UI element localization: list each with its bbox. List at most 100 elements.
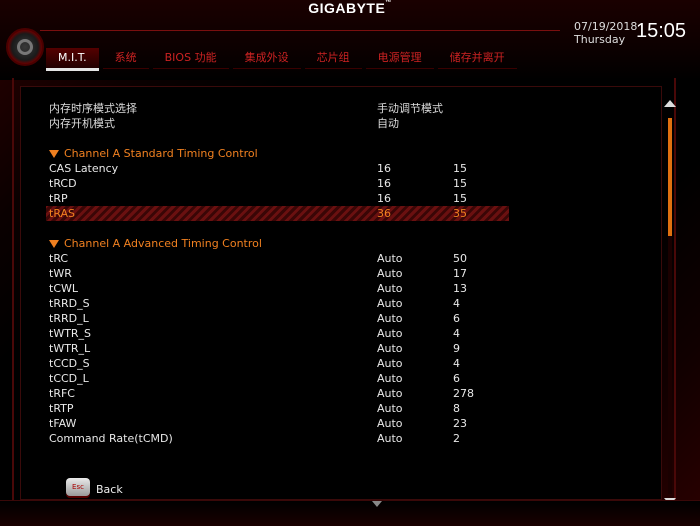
tab-power[interactable]: 电源管理: [365, 48, 434, 69]
timing-row[interactable]: tFAW Auto 23: [49, 416, 509, 431]
timing-name: tRP: [49, 192, 68, 205]
timing-name: tRCD: [49, 177, 77, 190]
timing-current: 4: [453, 297, 460, 310]
timing-row[interactable]: tWR Auto 17: [49, 266, 509, 281]
timing-row-trcd[interactable]: tRCD 16 15: [49, 176, 509, 191]
timing-setting[interactable]: Auto: [377, 401, 403, 416]
section-title: Channel A Standard Timing Control: [64, 147, 258, 160]
timing-current: 6: [453, 312, 460, 325]
timing-current: 17: [453, 267, 467, 280]
timing-setting[interactable]: Auto: [377, 341, 403, 356]
timing-setting[interactable]: 36: [377, 206, 391, 221]
timing-setting[interactable]: 16: [377, 176, 391, 191]
timing-name: tRFC: [49, 387, 75, 400]
timing-row[interactable]: tWTR_S Auto 4: [49, 326, 509, 341]
tab-mit[interactable]: M.I.T.: [46, 48, 99, 71]
timing-current: 15: [453, 192, 467, 205]
timing-current: 4: [453, 327, 460, 340]
timing-setting[interactable]: Auto: [377, 266, 403, 281]
timing-setting[interactable]: Auto: [377, 326, 403, 341]
timing-setting[interactable]: 16: [377, 191, 391, 206]
timing-current: 278: [453, 387, 474, 400]
tab-bios-features[interactable]: BIOS 功能: [152, 48, 229, 69]
back-label[interactable]: Back: [96, 483, 123, 496]
timing-name: tFAW: [49, 417, 77, 430]
timing-row[interactable]: tRRD_S Auto 4: [49, 296, 509, 311]
timing-name: tRTP: [49, 402, 74, 415]
timing-setting[interactable]: Auto: [377, 281, 403, 296]
timing-row-trp[interactable]: tRP 16 15: [49, 191, 509, 206]
timing-name: CAS Latency: [49, 162, 119, 175]
timing-name: tRRD_L: [49, 312, 89, 325]
timing-current: 4: [453, 357, 460, 370]
timing-current: 9: [453, 342, 460, 355]
section-title: Channel A Advanced Timing Control: [64, 237, 262, 250]
tab-system[interactable]: 系统: [102, 48, 149, 69]
timing-row[interactable]: tRC Auto 50: [49, 251, 509, 266]
timing-setting[interactable]: Auto: [377, 386, 403, 401]
timing-name: tCCD_S: [49, 357, 90, 370]
time-display: 15:05: [636, 20, 687, 42]
brand-trademark: ™: [385, 0, 392, 6]
timing-row[interactable]: Command Rate(tCMD) Auto 2: [49, 431, 509, 446]
timing-setting[interactable]: 16: [377, 161, 391, 176]
timing-current: 2: [453, 432, 460, 445]
esc-key-button[interactable]: Esc: [66, 478, 90, 496]
tab-save-exit[interactable]: 储存并离开: [437, 48, 517, 69]
timing-setting[interactable]: Auto: [377, 251, 403, 266]
setting-label: 内存开机模式: [49, 117, 115, 130]
setting-value[interactable]: 手动调节模式: [377, 101, 443, 116]
timing-name: tWTR_S: [49, 327, 92, 340]
timing-row[interactable]: tCCD_S Auto 4: [49, 356, 509, 371]
timing-row[interactable]: tCCD_L Auto 6: [49, 371, 509, 386]
timing-row-tras-selected[interactable]: tRAS 36 35: [46, 206, 509, 221]
timing-name: tWR: [49, 267, 72, 280]
triangle-down-icon: [49, 150, 59, 158]
timing-current: 15: [453, 177, 467, 190]
section-standard-timing[interactable]: Channel A Standard Timing Control: [49, 146, 258, 161]
timing-current: 15: [453, 162, 467, 175]
triangle-down-icon: [49, 240, 59, 248]
gear-icon[interactable]: [6, 28, 44, 66]
chevron-down-icon: [372, 501, 382, 507]
timing-setting[interactable]: Auto: [377, 431, 403, 446]
timing-name: tWTR_L: [49, 342, 91, 355]
timing-current: 13: [453, 282, 467, 295]
timing-name: tCWL: [49, 282, 78, 295]
section-advanced-timing[interactable]: Channel A Advanced Timing Control: [49, 236, 262, 251]
timing-row[interactable]: tRFC Auto 278: [49, 386, 509, 401]
timing-current: 23: [453, 417, 467, 430]
timing-setting[interactable]: Auto: [377, 311, 403, 326]
footer-band: [0, 500, 700, 526]
date-text: 07/19/2018: [574, 20, 638, 33]
date-display: 07/19/2018 Thursday: [574, 20, 637, 46]
timing-row[interactable]: tRRD_L Auto 6: [49, 311, 509, 326]
timing-setting[interactable]: Auto: [377, 371, 403, 386]
timing-row[interactable]: tCWL Auto 13: [49, 281, 509, 296]
day-text: Thursday: [574, 33, 626, 46]
timing-name: Command Rate(tCMD): [49, 432, 173, 445]
timing-name: tCCD_L: [49, 372, 89, 385]
timing-setting[interactable]: Auto: [377, 356, 403, 371]
timing-current: 8: [453, 402, 460, 415]
timing-setting[interactable]: Auto: [377, 416, 403, 431]
setting-value[interactable]: 自动: [377, 116, 399, 131]
setting-row-timing-mode[interactable]: 内存时序模式选择 手动调节模式: [49, 101, 509, 116]
brand-logo-text: GIGABYTE: [308, 0, 386, 16]
setting-row-boot-mode[interactable]: 内存开机模式 自动: [49, 116, 509, 131]
setting-label: 内存时序模式选择: [49, 102, 137, 115]
timing-row[interactable]: tWTR_L Auto 9: [49, 341, 509, 356]
tab-peripherals[interactable]: 集成外设: [232, 48, 301, 69]
timing-name: tRC: [49, 252, 69, 265]
timing-setting[interactable]: Auto: [377, 296, 403, 311]
scrollbar-thumb[interactable]: [668, 118, 672, 236]
timing-name: tRAS: [49, 207, 76, 220]
brand-logo: GIGABYTE™: [0, 0, 700, 16]
scroll-up-arrow-icon[interactable]: [664, 100, 676, 107]
timing-current: 50: [453, 252, 467, 265]
timing-row[interactable]: tRTP Auto 8: [49, 401, 509, 416]
tab-chipset[interactable]: 芯片组: [304, 48, 362, 69]
timing-row-cas-latency[interactable]: CAS Latency 16 15: [49, 161, 509, 176]
gear-icon-center: [17, 39, 33, 55]
timing-name: tRRD_S: [49, 297, 90, 310]
